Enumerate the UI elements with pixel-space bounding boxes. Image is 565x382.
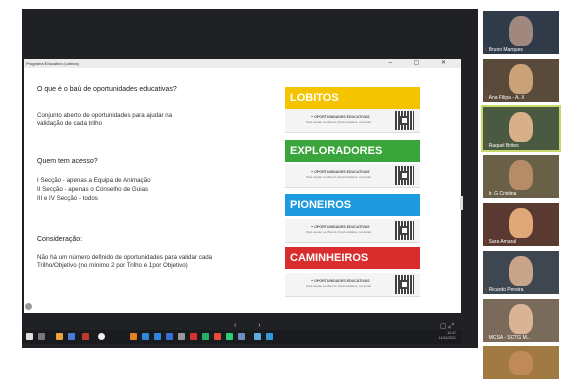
participant-video <box>509 16 533 46</box>
card-exploradores: + OPORTUNIDADES EDUCATIVAS Para aceder a… <box>285 164 420 188</box>
card-pioneiros: + OPORTUNIDADES EDUCATIVAS Para aceder a… <box>285 219 420 243</box>
participant-tile[interactable]: ! Ir. G Cristina <box>483 155 559 198</box>
answer-1: Conjunto aberto de oportunidades para aj… <box>37 112 173 127</box>
app-icon[interactable] <box>178 333 185 340</box>
taskbar-clock[interactable]: 10:47 14/11/2021 <box>439 331 456 341</box>
shared-window-titlebar: Programa Educativo (Lobitos) – ▢ ✕ <box>24 59 461 68</box>
participant-name: ! Ir. G Cristina <box>485 191 517 197</box>
card-subtitle: + OPORTUNIDADES EDUCATIVAS <box>311 115 370 119</box>
windows-taskbar: 10:47 14/11/2021 <box>22 330 462 344</box>
app-icon[interactable] <box>166 333 173 340</box>
answer-2-line-2: II Secção - apenas o Conselho de Guias <box>37 186 149 193</box>
participant-video <box>509 160 533 190</box>
participant-tile[interactable]: ! Sara Amaral <box>483 203 559 246</box>
slide-navigation: ‹ › <box>224 322 271 329</box>
app-icon[interactable] <box>190 333 197 340</box>
app-icon[interactable] <box>130 333 137 340</box>
app-icon[interactable] <box>226 333 233 340</box>
search-icon[interactable] <box>38 333 45 340</box>
participant-name: ! Sara Amaral <box>485 239 517 245</box>
card-lobitos: + OPORTUNIDADES EDUCATIVAS Para aceder a… <box>285 109 420 133</box>
card-note: Para aceder ao Baú de Oportunidades, con… <box>306 175 372 179</box>
card-note: Para aceder ao Baú de Oportunidades, con… <box>306 284 372 288</box>
section-caminheiros: CAMINHEIROS <box>285 247 420 269</box>
browser-icon[interactable] <box>98 333 105 340</box>
answer-2-line-3: III e IV Secção - todos <box>37 195 98 202</box>
app-icon[interactable] <box>238 333 245 340</box>
participant-tile[interactable]: ! Ricardo Pereira <box>483 251 559 294</box>
card-note: Para aceder ao Baú de Oportunidades, con… <box>306 120 372 124</box>
answer-3: Não há um número definido de oportunidad… <box>37 254 213 269</box>
app-icon[interactable] <box>142 333 149 340</box>
participant-tile[interactable]: ! Ana Filipa - A. X <box>483 59 559 102</box>
participant-tile[interactable]: ! MCSA - SCTG M... <box>483 299 559 342</box>
qr-code-icon <box>395 275 414 294</box>
participant-name: ! MCSA - SCTG M... <box>485 335 531 341</box>
app-icon[interactable] <box>214 333 221 340</box>
question-3: Consideração: <box>37 236 83 243</box>
answer-2-line-1: I Secção - apenas a Equipa de Animação <box>37 177 151 184</box>
participant-video <box>509 208 533 238</box>
shared-window-title: Programa Educativo (Lobitos) <box>26 61 79 66</box>
app-icon[interactable] <box>154 333 161 340</box>
card-subtitle: + OPORTUNIDADES EDUCATIVAS <box>311 225 370 229</box>
participant-video <box>509 304 533 334</box>
app-icon[interactable] <box>68 333 75 340</box>
qr-code-icon <box>395 111 414 130</box>
qr-code-icon <box>395 166 414 185</box>
next-slide-icon[interactable]: › <box>258 322 260 329</box>
participant-video <box>509 256 533 286</box>
meeting-app-icon[interactable] <box>254 333 261 340</box>
section-exploradores: EXPLORADORES <box>285 140 420 162</box>
card-caminheiros: + OPORTUNIDADES EDUCATIVAS Para aceder a… <box>285 273 420 297</box>
participant-video <box>509 64 533 94</box>
clock-date: 14/11/2021 <box>438 336 456 340</box>
app-icon[interactable] <box>56 333 63 340</box>
participant-video <box>509 112 533 142</box>
presentation-slide: O que é o baú de oportunidades educativa… <box>24 68 461 313</box>
participant-tile[interactable] <box>483 346 559 379</box>
question-1: O que é o baú de oportunidades educativa… <box>37 86 177 93</box>
card-note: Para aceder ao Baú de Oportunidades, con… <box>306 230 372 234</box>
card-subtitle: + OPORTUNIDADES EDUCATIVAS <box>311 279 370 283</box>
question-2: Quem tem acesso? <box>37 158 98 165</box>
window-controls[interactable]: – ▢ ✕ <box>389 59 456 68</box>
qr-code-icon <box>395 221 414 240</box>
participant-tile[interactable]: ! Bruno Marques <box>483 11 559 54</box>
participant-name: ! Raquel Brites <box>485 143 519 149</box>
participant-video <box>509 351 533 375</box>
app-icon[interactable] <box>202 333 209 340</box>
participant-name: ! Ana Filipa - A. X <box>485 95 525 101</box>
app-icon[interactable] <box>266 333 273 340</box>
section-lobitos: LOBITOS <box>285 87 420 109</box>
card-subtitle: + OPORTUNIDADES EDUCATIVAS <box>311 170 370 174</box>
scrollbar-handle[interactable] <box>460 196 463 210</box>
section-pioneiros: PIONEIROS <box>285 194 420 216</box>
app-icon[interactable] <box>82 333 89 340</box>
participant-name: ! Bruno Marques <box>485 47 523 53</box>
previous-slide-icon[interactable]: ‹ <box>234 322 236 329</box>
participant-name: ! Ricardo Pereira <box>485 287 524 293</box>
help-icon[interactable] <box>25 303 32 310</box>
start-icon[interactable] <box>26 333 33 340</box>
participant-tile-active-speaker[interactable]: ! Raquel Brites <box>481 105 561 152</box>
